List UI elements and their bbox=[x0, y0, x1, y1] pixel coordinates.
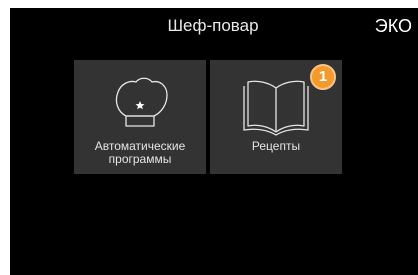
chef-screen: Шеф-повар ЭКО Автоматические программы Р… bbox=[10, 8, 418, 275]
screen-title: Шеф-повар bbox=[167, 16, 259, 35]
eco-mode-indicator[interactable]: ЭКО bbox=[375, 16, 412, 36]
automatic-programs-label: Автоматические программы bbox=[74, 140, 206, 166]
step-number-badge: 1 bbox=[310, 64, 336, 90]
recipes-label: Рецепты bbox=[210, 140, 342, 153]
recipes-label-line1: Рецепты bbox=[251, 139, 301, 153]
automatic-programs-label-line2: программы bbox=[108, 152, 172, 166]
chef-hat-icon bbox=[115, 77, 168, 127]
automatic-programs-tile[interactable]: Автоматические программы bbox=[74, 60, 206, 174]
